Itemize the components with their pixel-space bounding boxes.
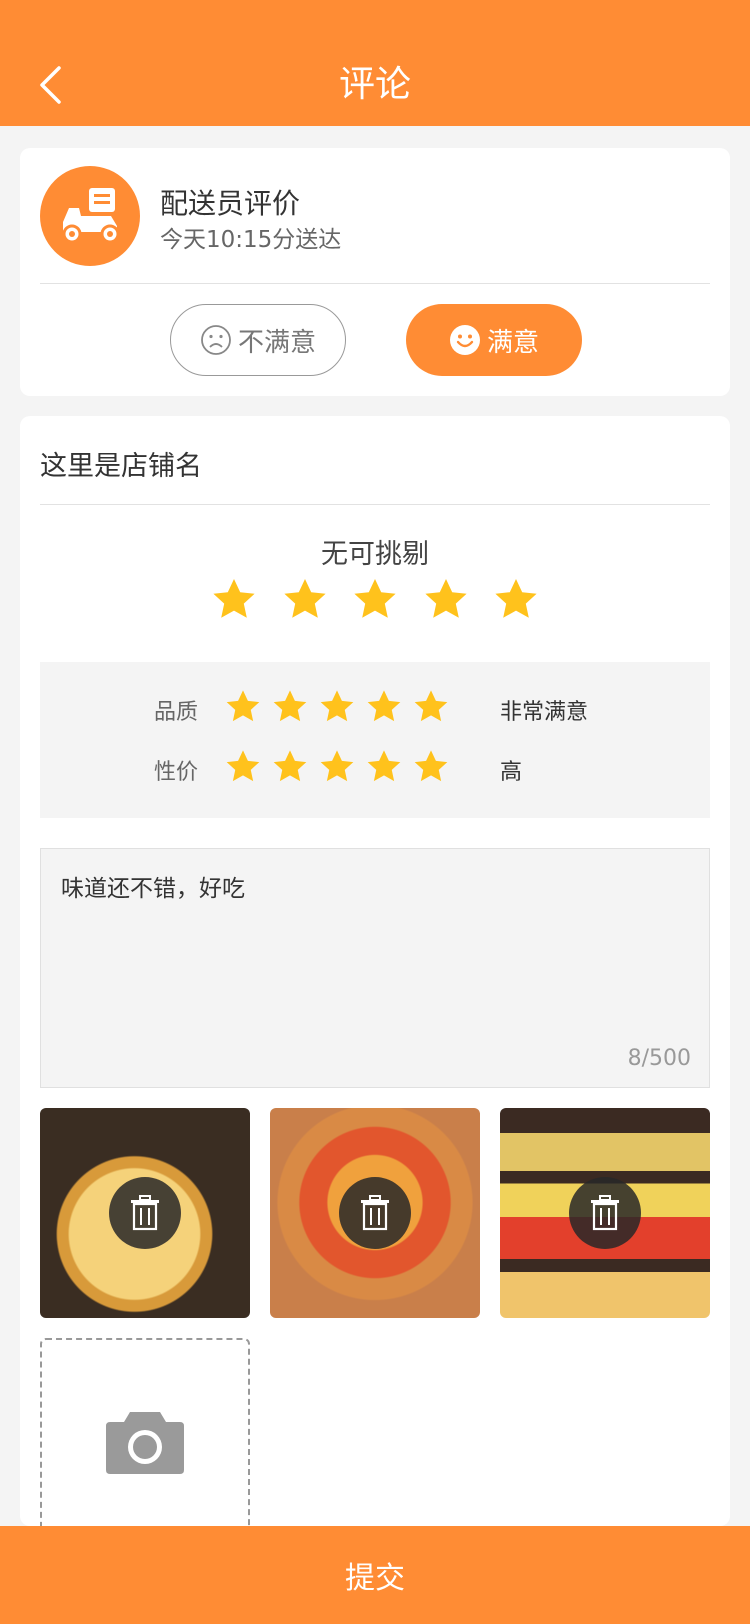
star-icon[interactable] <box>224 688 262 726</box>
character-count: 8/500 <box>627 1046 691 1071</box>
shop-review-card: 这里是店铺名 无可挑剔 品质 非常满意 性价 高 味道还不错，好吃 8/500 <box>20 416 730 1548</box>
divider <box>40 504 710 505</box>
divider <box>40 283 710 284</box>
submit-button[interactable]: 提交 <box>0 1526 750 1624</box>
trash-icon <box>361 1195 389 1231</box>
add-photo-button[interactable] <box>40 1338 250 1548</box>
uploaded-photo <box>270 1108 480 1318</box>
trash-icon <box>131 1195 159 1231</box>
overall-star-rating[interactable] <box>210 576 540 626</box>
rider-review-card: 配送员评价 今天10:15分送达 不满意 满意 <box>20 148 730 396</box>
star-icon[interactable] <box>318 688 356 726</box>
trash-icon <box>591 1195 619 1231</box>
rating-value: 高 <box>500 760 523 785</box>
star-icon[interactable] <box>412 688 450 726</box>
uploaded-photo <box>40 1108 250 1318</box>
star-icon[interactable] <box>281 576 329 624</box>
star-icon[interactable] <box>412 748 450 786</box>
star-icon[interactable] <box>492 576 540 624</box>
star-icon[interactable] <box>318 748 356 786</box>
page-title: 评论 <box>338 64 411 105</box>
overall-rating-label: 无可挑剔 <box>321 539 429 570</box>
delete-photo-button[interactable] <box>339 1177 411 1249</box>
star-icon[interactable] <box>224 748 262 786</box>
comment-textarea[interactable]: 味道还不错，好吃 8/500 <box>40 848 710 1088</box>
rating-value: 非常满意 <box>500 700 589 725</box>
star-icon[interactable] <box>365 748 403 786</box>
star-icon[interactable] <box>365 688 403 726</box>
star-icon[interactable] <box>271 748 309 786</box>
value-star-rating[interactable] <box>224 748 450 792</box>
scooter-icon <box>40 166 140 266</box>
shop-name: 这里是店铺名 <box>40 451 202 482</box>
star-icon[interactable] <box>271 688 309 726</box>
rating-row-value: 性价 高 <box>40 748 710 792</box>
uploaded-photo <box>500 1108 710 1318</box>
comment-text: 味道还不错，好吃 <box>61 876 245 902</box>
rating-row-quality: 品质 非常满意 <box>40 688 710 732</box>
delete-photo-button[interactable] <box>569 1177 641 1249</box>
detail-ratings: 品质 非常满意 性价 高 <box>40 662 710 818</box>
rating-label: 品质 <box>154 700 199 725</box>
submit-label: 提交 <box>345 1561 405 1596</box>
satisfied-label: 满意 <box>486 327 539 358</box>
camera-icon <box>106 1412 184 1474</box>
sad-face-icon <box>201 325 231 355</box>
smile-face-icon <box>449 325 480 355</box>
quality-star-rating[interactable] <box>224 688 450 732</box>
rating-label: 性价 <box>154 760 199 785</box>
header-bar: 评论 <box>0 0 750 126</box>
rider-review-title: 配送员评价 <box>160 187 301 220</box>
delivery-time: 今天10:15分送达 <box>160 227 342 253</box>
star-icon[interactable] <box>351 576 399 624</box>
star-icon[interactable] <box>422 576 470 624</box>
unsatisfied-button[interactable]: 不满意 <box>170 304 346 376</box>
delete-photo-button[interactable] <box>109 1177 181 1249</box>
satisfied-button[interactable]: 满意 <box>406 304 582 376</box>
star-icon[interactable] <box>210 576 258 624</box>
unsatisfied-label: 不满意 <box>237 327 316 358</box>
